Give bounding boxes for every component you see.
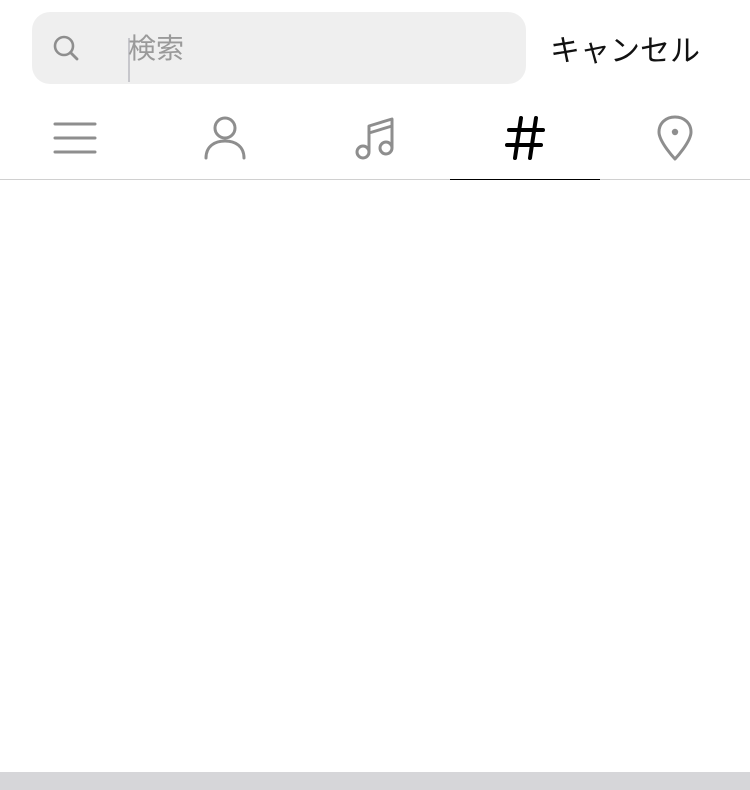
- person-icon: [204, 116, 246, 160]
- search-input[interactable]: [128, 30, 508, 66]
- location-pin-icon: [657, 115, 693, 161]
- tab-accounts[interactable]: [150, 96, 300, 180]
- search-bar: キャンセル: [0, 0, 750, 96]
- cancel-button[interactable]: キャンセル: [550, 26, 720, 70]
- search-results-area: [0, 180, 750, 772]
- hashtag-icon: [505, 116, 545, 160]
- tab-audio[interactable]: [300, 96, 450, 180]
- tab-tags[interactable]: [450, 96, 600, 181]
- search-box[interactable]: [32, 12, 526, 84]
- keyboard-top-edge: [0, 772, 750, 790]
- tab-top[interactable]: [0, 96, 150, 180]
- tab-places[interactable]: [600, 96, 750, 180]
- search-category-tabs: [0, 96, 750, 181]
- menu-icon: [53, 122, 97, 154]
- music-note-icon: [355, 117, 394, 160]
- search-icon: [53, 35, 79, 61]
